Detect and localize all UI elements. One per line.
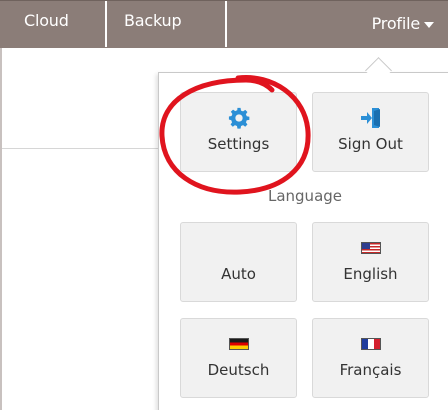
- nav-tab-cloud[interactable]: Cloud: [24, 1, 69, 47]
- language-label: English: [343, 265, 398, 283]
- language-heading: Language: [267, 187, 343, 205]
- language-english-button[interactable]: English: [312, 222, 429, 302]
- language-label: Français: [339, 361, 402, 379]
- settings-button[interactable]: Settings: [180, 92, 297, 172]
- sign-out-label: Sign Out: [338, 135, 403, 153]
- sign-out-icon: [313, 107, 428, 129]
- language-deutsch-button[interactable]: Deutsch: [180, 318, 297, 398]
- profile-label: Profile: [371, 14, 421, 33]
- app-window: Cloud Backup Profile Settings Sign Out L…: [0, 0, 448, 410]
- profile-menu-button[interactable]: Profile: [372, 1, 434, 47]
- settings-label: Settings: [207, 135, 270, 153]
- language-auto-button[interactable]: Auto: [180, 222, 297, 302]
- us-flag-icon: [313, 237, 428, 259]
- french-flag-icon: [313, 333, 428, 355]
- top-navigation-bar: Cloud Backup Profile: [0, 0, 448, 48]
- gear-icon: [181, 107, 296, 129]
- language-label: Deutsch: [207, 361, 270, 379]
- nav-separator: [105, 1, 107, 47]
- sign-out-button[interactable]: Sign Out: [312, 92, 429, 172]
- page-edge: [0, 48, 2, 410]
- nav-tab-backup[interactable]: Backup: [124, 1, 182, 47]
- french-flag-icon: [360, 338, 381, 350]
- german-flag-icon: [181, 333, 296, 355]
- language-label: Auto: [221, 265, 256, 283]
- language-francais-button[interactable]: Français: [312, 318, 429, 398]
- nav-separator: [225, 1, 227, 47]
- caret-down-icon: [424, 22, 434, 28]
- background-divider: [2, 148, 162, 149]
- german-flag-icon: [228, 338, 249, 350]
- us-flag-icon: [360, 242, 381, 254]
